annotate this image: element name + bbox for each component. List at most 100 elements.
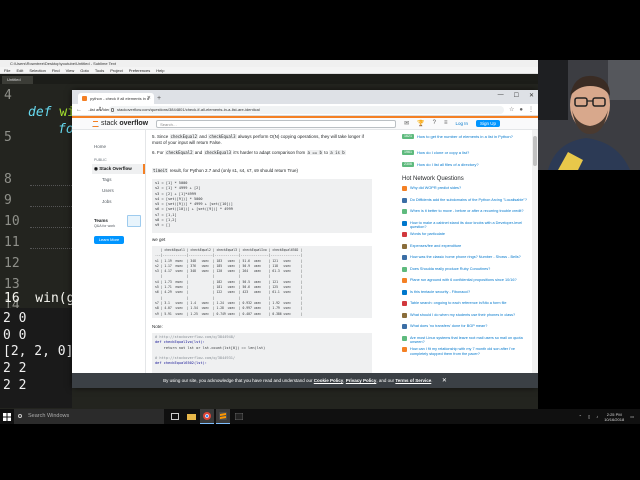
line-number: 12 xyxy=(4,256,20,271)
menu-goto[interactable]: Goto xyxy=(80,67,89,73)
hot-network-question-link[interactable]: How can I fit my relationship with my 7 … xyxy=(410,347,532,357)
network-icon[interactable]: ▯ xyxy=(588,414,590,419)
hot-network-question-link[interactable]: Words for particulate xyxy=(410,232,445,237)
hot-network-question[interactable]: Does Shoulda really produce Ruby Corouti… xyxy=(402,266,532,272)
timing-table-block[interactable]: | checkEqual1 | checkEqual2 | checkEqual… xyxy=(152,246,372,318)
bookmark-star-icon[interactable]: ☆ xyxy=(509,106,514,113)
nav-jobs[interactable]: Jobs xyxy=(102,199,112,204)
menu-view[interactable]: View xyxy=(66,67,75,73)
hot-network-question-link[interactable]: Expenses/fee and expenditure xyxy=(410,244,461,249)
hot-network-question[interactable]: When is it better to move - before or af… xyxy=(402,209,532,214)
login-link[interactable]: Log In xyxy=(456,121,469,126)
taskbar-search-box[interactable]: Search Windows xyxy=(14,409,164,424)
hot-network-question-link[interactable]: Is this tentacle security - Fibonacci? xyxy=(410,290,470,295)
hot-network-question[interactable]: What does 'no transfers' done for BGP me… xyxy=(402,324,532,329)
chrome-taskbar-icon[interactable] xyxy=(200,409,214,424)
hot-network-question[interactable]: Do Diffidents add the subdomains of the … xyxy=(402,197,532,203)
learn-more-button[interactable]: Learn More xyxy=(94,236,124,244)
nav-tags[interactable]: Tags xyxy=(102,177,112,182)
related-question-link[interactable]: How to get the number of elements in a l… xyxy=(417,134,513,139)
hot-network-question[interactable]: How was the classic home phone rings? Nu… xyxy=(402,255,532,260)
we-get-label: we get xyxy=(152,237,166,242)
hot-network-question[interactable]: Table search: ongoing to each reference … xyxy=(402,301,532,306)
hot-network-question[interactable]: Why did WOPR predict sides? xyxy=(402,186,532,191)
code-line-call[interactable]: 16 win(ga xyxy=(4,291,82,306)
related-question-link[interactable]: How do I list all files of a directory? xyxy=(417,162,479,167)
site-switcher-icon[interactable]: ≡ xyxy=(444,120,448,127)
chrome-menu-icon[interactable]: ⋮ xyxy=(528,106,534,113)
minimize-button[interactable]: — xyxy=(498,92,504,99)
hot-network-question-link[interactable]: What does 'no transfers' done for BGP me… xyxy=(410,324,487,329)
inbox-icon[interactable]: ✉ xyxy=(404,120,409,127)
hot-network-question-link[interactable]: Does Shoulda really produce Ruby Corouti… xyxy=(410,267,490,272)
related-question[interactable]: 1621 How to get the number of elements in… xyxy=(402,134,532,139)
signup-button[interactable]: Sign Up xyxy=(476,120,501,127)
hot-network-question[interactable]: Is this tentacle security - Fibonacci? xyxy=(402,289,532,295)
close-banner-icon[interactable]: ✕ xyxy=(442,378,447,384)
start-button[interactable] xyxy=(0,409,14,424)
site-favicon-icon xyxy=(402,347,407,352)
hot-network-question[interactable]: How to make a cabinet stand its door kno… xyxy=(402,220,532,231)
chrome-tab[interactable]: python - check if all elements in a list… xyxy=(78,93,154,112)
hot-network-question[interactable]: Expenses/fee and expenditure xyxy=(402,243,532,249)
note-code-block[interactable]: # http://stackoverflow.com/q/3844948/ de… xyxy=(152,333,372,373)
setup-code-block[interactable]: s1 = [1] * 5000 s2 = [1] * 4999 + [2] s3… xyxy=(152,179,372,233)
code-line-def[interactable]: def wi xyxy=(28,105,75,120)
nav-home[interactable]: Home xyxy=(94,144,106,149)
so-search-input[interactable]: Search… xyxy=(156,119,397,128)
task-view-icon[interactable] xyxy=(168,409,182,424)
close-window-button[interactable]: ✕ xyxy=(529,92,534,99)
help-icon[interactable]: ? xyxy=(433,120,436,127)
hot-network-question[interactable]: Words for particulate xyxy=(402,232,532,237)
menu-file[interactable]: File xyxy=(4,67,10,73)
windows-logo-icon xyxy=(3,412,11,421)
close-tab-icon[interactable]: ✕ xyxy=(147,93,151,104)
nav-stack-overflow[interactable]: ◉ Stack Overflow xyxy=(92,164,145,174)
privacy-policy-link[interactable]: Privacy Policy xyxy=(346,378,377,383)
hot-network-question-link[interactable]: Are most Linux systems that leave root m… xyxy=(410,336,532,346)
address-bar[interactable]: stackoverflow.com/questions/3844801/chec… xyxy=(109,105,504,114)
new-tab-button[interactable]: + xyxy=(157,93,167,104)
sublime-taskbar-icon[interactable] xyxy=(216,409,230,424)
scrollbar-thumb[interactable] xyxy=(533,136,537,166)
hot-network-question-link[interactable]: How to make a cabinet stand its door kno… xyxy=(410,221,532,231)
menu-selection[interactable]: Selection xyxy=(29,67,45,73)
terminal-taskbar-icon[interactable] xyxy=(232,409,246,424)
hot-network-question-link[interactable]: What should I do when my students use th… xyxy=(410,313,515,318)
related-question[interactable]: 1961 How do I clone or copy a list? xyxy=(402,150,532,155)
site-favicon-icon xyxy=(402,301,407,306)
so-logo[interactable]: stack overflow xyxy=(92,120,148,127)
hot-network-question[interactable]: What should I do when my students use th… xyxy=(402,312,532,318)
menu-help[interactable]: Help xyxy=(156,67,164,73)
related-question-link[interactable]: How do I clone or copy a list? xyxy=(417,150,469,155)
hot-network-question-link[interactable]: Plane run aground with 6 confidential pr… xyxy=(410,278,517,283)
hot-network-question-link[interactable]: How was the classic home phone rings? Nu… xyxy=(410,255,521,260)
clock[interactable]: 2:25 PM 10/16/2018 xyxy=(604,412,624,422)
hot-network-question[interactable]: Plane run aground with 6 confidential pr… xyxy=(402,278,532,283)
file-explorer-icon[interactable] xyxy=(184,409,198,424)
maximize-button[interactable]: ☐ xyxy=(514,92,519,99)
logo-text-bold: overflow xyxy=(119,120,149,127)
menu-edit[interactable]: Edit xyxy=(16,67,23,73)
back-arrow-icon[interactable]: ← xyxy=(76,107,82,113)
hot-network-question[interactable]: How can I fit my relationship with my 7 … xyxy=(402,347,532,357)
notifications-icon[interactable]: ▭ xyxy=(630,414,634,419)
tray-chevron-icon[interactable]: ⌃ xyxy=(579,414,582,419)
menu-find[interactable]: Find xyxy=(52,67,60,73)
terms-link[interactable]: Terms of Service xyxy=(395,378,431,383)
profile-icon[interactable]: ● xyxy=(519,107,523,113)
hot-network-question-link[interactable]: Why did WOPR predict sides? xyxy=(410,186,461,191)
hot-network-question-link[interactable]: Do Diffidents add the subdomains of the … xyxy=(410,198,527,203)
menu-project[interactable]: Project xyxy=(110,67,122,73)
volume-icon[interactable]: ♪ xyxy=(596,414,598,419)
menu-preferences[interactable]: Preferences xyxy=(129,67,151,73)
hot-network-question-link[interactable]: Table search: ongoing to each reference … xyxy=(410,301,506,306)
hot-network-question[interactable]: Are most Linux systems that leave root m… xyxy=(402,335,532,346)
achievements-icon[interactable]: 🏆 xyxy=(417,120,424,127)
menu-tools[interactable]: Tools xyxy=(95,67,104,73)
hot-network-question-link[interactable]: When is it better to move - before or af… xyxy=(410,209,524,214)
related-question[interactable]: 2306 How do I list all files of a directo… xyxy=(402,162,532,167)
nav-users[interactable]: Users xyxy=(102,188,114,193)
cookie-policy-link[interactable]: Cookie Policy xyxy=(314,378,344,383)
sublime-tab[interactable]: Untitled xyxy=(2,76,33,84)
